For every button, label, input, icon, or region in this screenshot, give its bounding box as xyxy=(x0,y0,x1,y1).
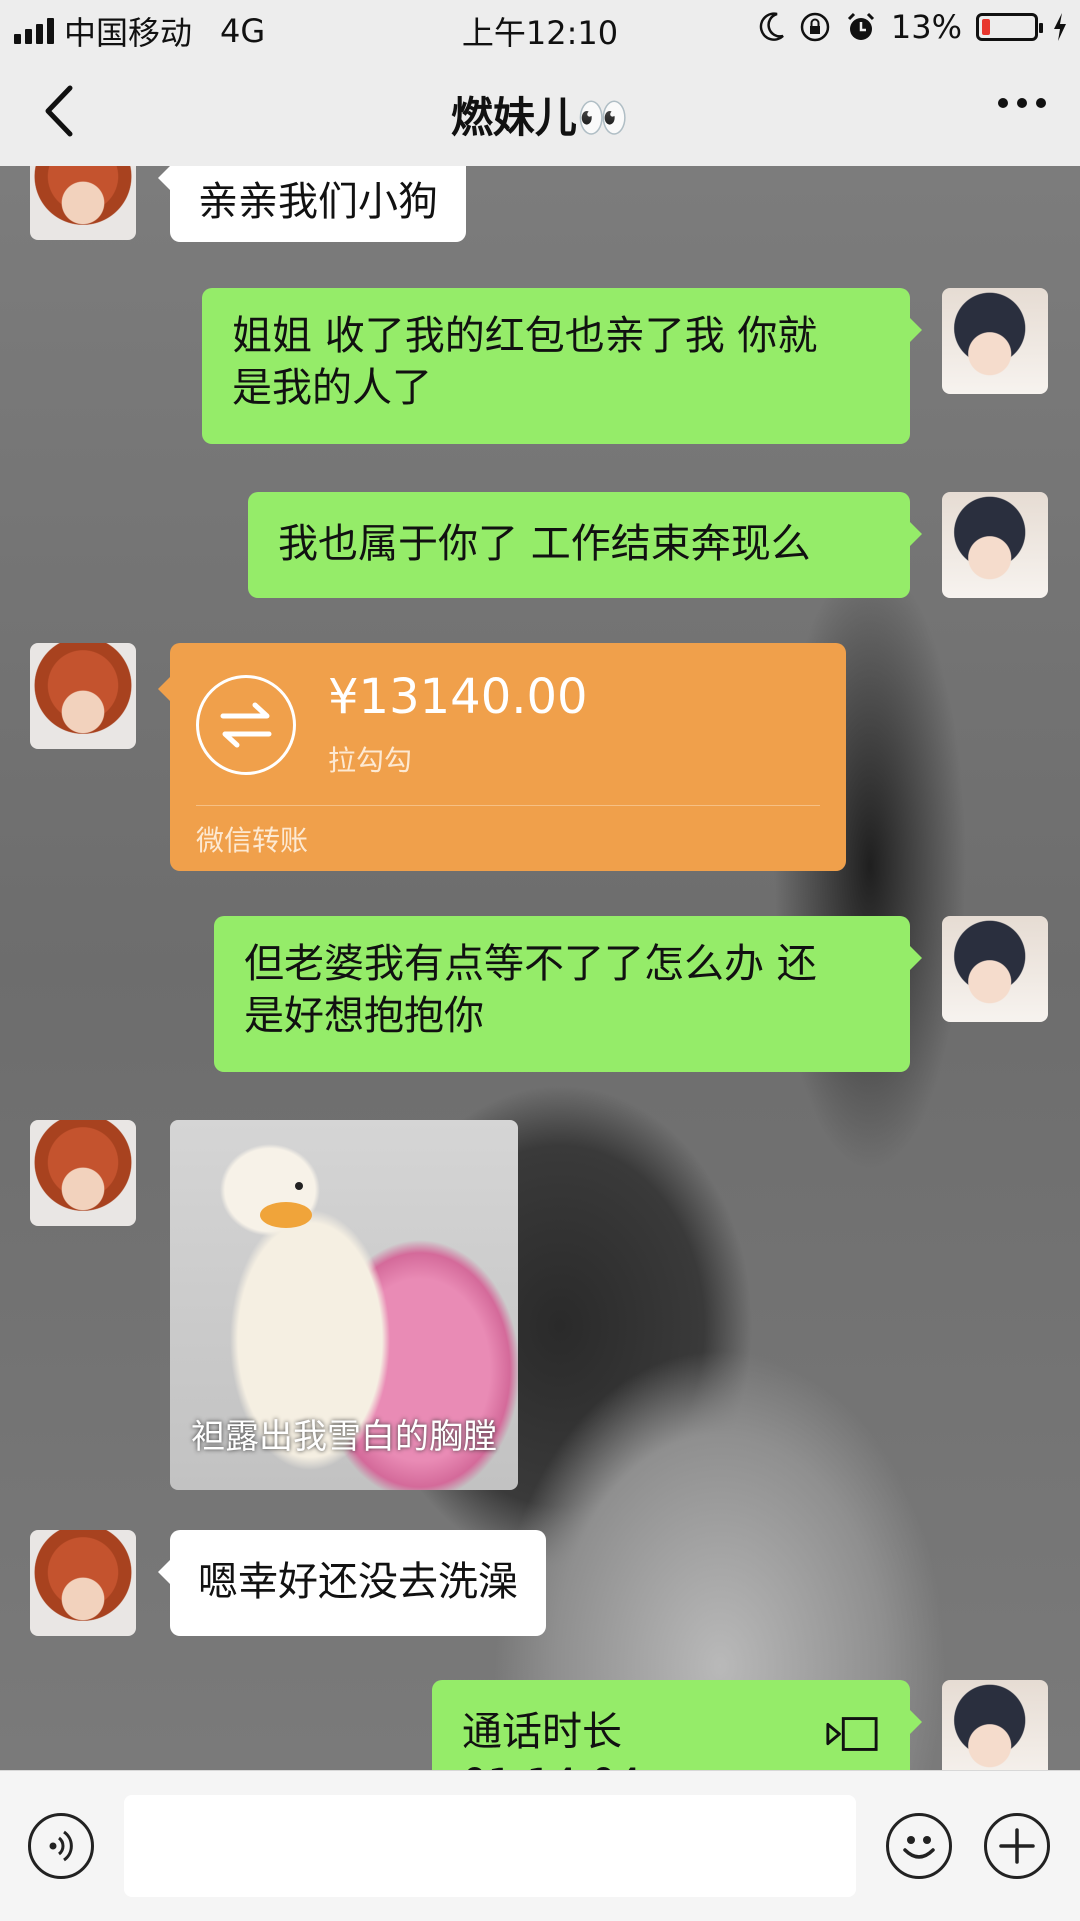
message-bubble-sent[interactable]: 姐姐 收了我的红包也亲了我 你就 是我的人了 xyxy=(202,288,922,444)
status-bar: 中国移动 4G 上午12:10 13% xyxy=(0,0,1080,56)
voice-icon[interactable] xyxy=(28,1813,94,1879)
transfer-divider xyxy=(196,805,820,806)
chat-title: 燃妹儿👀 xyxy=(450,93,630,142)
video-call-icon xyxy=(826,1717,878,1751)
alarm-icon xyxy=(847,12,874,40)
contact-avatar[interactable] xyxy=(30,643,136,749)
emoji-icon[interactable] xyxy=(886,1813,952,1879)
my-avatar[interactable] xyxy=(942,288,1048,394)
message-bubble-received[interactable]: 亲亲我们小狗 xyxy=(158,166,466,242)
message-bubble-received[interactable]: 嗯幸好还没去洗澡 xyxy=(158,1530,546,1636)
input-bar xyxy=(0,1770,1080,1921)
transfer-amount: ¥13140.00 xyxy=(328,669,588,725)
my-avatar[interactable] xyxy=(942,1680,1048,1770)
contact-avatar[interactable] xyxy=(30,166,136,240)
nav-bar: 燃妹儿👀 xyxy=(0,56,1080,167)
contact-avatar[interactable] xyxy=(30,1120,136,1226)
plus-icon[interactable] xyxy=(984,1813,1050,1879)
call-duration-bubble[interactable]: 通话时长 01:14:04 xyxy=(432,1680,922,1770)
rotation-lock-icon xyxy=(800,12,830,42)
moon-icon xyxy=(759,12,784,41)
transfer-card[interactable]: ¥13140.00 拉勾勾 微信转账 xyxy=(158,643,846,871)
duck-eye xyxy=(295,1182,303,1190)
more-dots-icon[interactable] xyxy=(998,98,1046,108)
charging-icon xyxy=(1054,13,1066,41)
my-avatar[interactable] xyxy=(942,492,1048,598)
contact-avatar[interactable] xyxy=(30,1530,136,1636)
battery-icon xyxy=(976,13,1043,41)
sticker-caption: 袒露出我雪白的胸膛 xyxy=(191,1417,497,1457)
transfer-arrows-icon xyxy=(196,675,296,775)
battery-percent: 13% xyxy=(890,8,962,46)
transfer-label: 微信转账 xyxy=(196,824,309,857)
message-bubble-sent[interactable]: 我也属于你了 工作结束奔现么 xyxy=(248,492,922,598)
transfer-note: 拉勾勾 xyxy=(328,744,413,777)
chat-area[interactable]: 亲亲我们小狗 姐姐 收了我的红包也亲了我 你就 是我的人了 我也属于你了 工作结… xyxy=(0,166,1080,1770)
duck-sticker[interactable]: 袒露出我雪白的胸膛 xyxy=(170,1120,518,1490)
message-input[interactable] xyxy=(124,1795,856,1897)
message-bubble-sent[interactable]: 但老婆我有点等不了了怎么办 还 是好想抱抱你 xyxy=(214,916,922,1072)
my-avatar[interactable] xyxy=(942,916,1048,1022)
duck-beak xyxy=(260,1202,312,1228)
